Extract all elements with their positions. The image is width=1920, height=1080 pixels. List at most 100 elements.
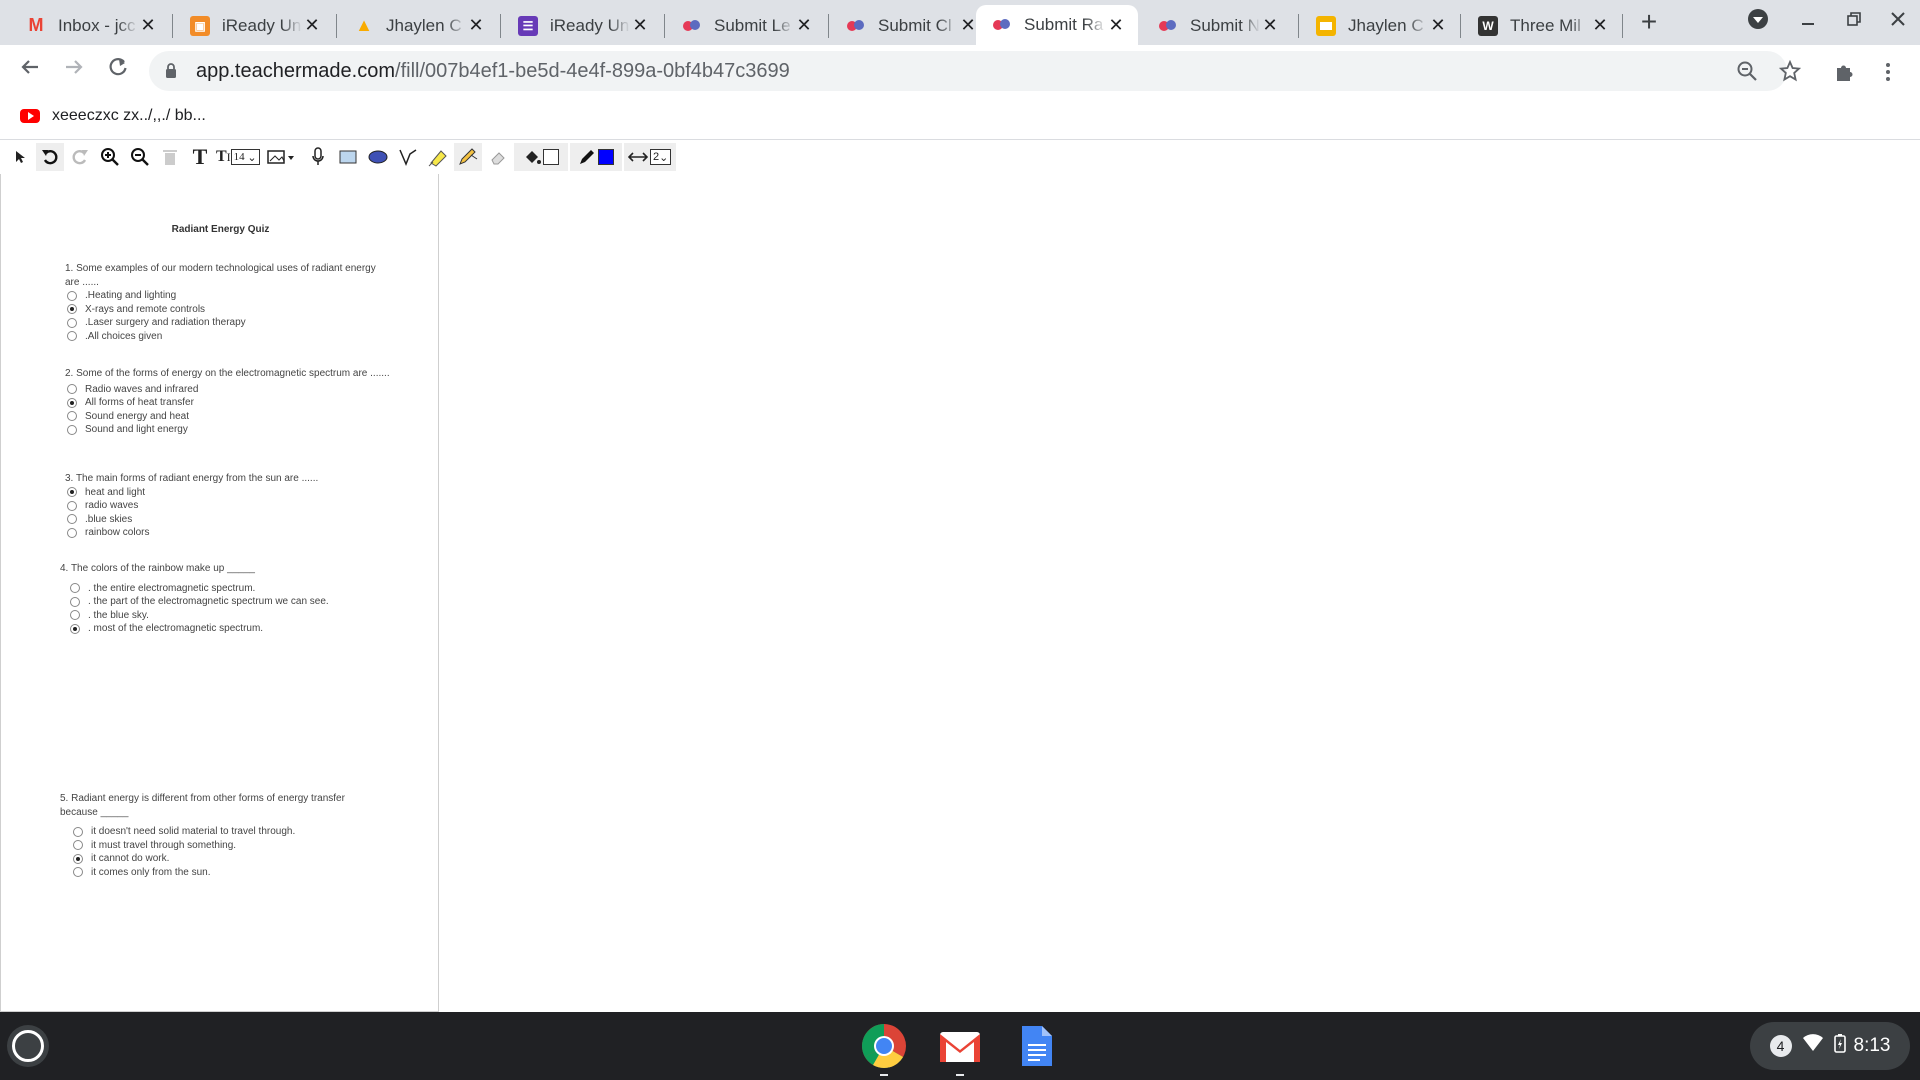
close-icon[interactable]: ✕	[794, 15, 814, 36]
answer-option[interactable]: All forms of heat transfer	[67, 396, 395, 410]
answer-option[interactable]: Radio waves and infrared	[67, 383, 395, 397]
radio-button[interactable]	[67, 290, 77, 301]
answer-option[interactable]: it cannot do work.	[73, 852, 380, 866]
radio-button[interactable]	[70, 610, 80, 621]
close-icon[interactable]: ✕	[1260, 15, 1280, 36]
radio-button[interactable]	[67, 331, 77, 342]
tab-4[interactable]: Submit Le ✕	[666, 6, 826, 45]
radio-button[interactable]	[73, 840, 83, 851]
tab-0[interactable]: M Inbox - jcc ✕	[10, 6, 170, 45]
answer-option[interactable]: Sound and light energy	[67, 423, 395, 437]
menu-kebab-icon[interactable]	[1876, 61, 1900, 85]
bookmark-star-icon[interactable]	[1778, 59, 1802, 84]
radio-button[interactable]	[67, 411, 77, 422]
radio-button[interactable]	[67, 500, 77, 511]
answer-option[interactable]: .All choices given	[67, 330, 385, 344]
close-icon[interactable]: ✕	[630, 15, 650, 36]
zoom-in-icon[interactable]	[96, 143, 124, 171]
trash-icon[interactable]	[156, 143, 184, 171]
image-insert-icon[interactable]	[262, 143, 302, 171]
answer-option[interactable]: . the blue sky.	[70, 609, 390, 623]
zoom-icon[interactable]	[1735, 60, 1759, 84]
extensions-puzzle-icon[interactable]	[1832, 61, 1856, 85]
microphone-icon[interactable]	[304, 143, 332, 171]
radio-button[interactable]	[67, 514, 77, 525]
tab-7[interactable]: Submit Ne ✕	[1142, 6, 1292, 45]
radio-button[interactable]	[67, 527, 77, 538]
radio-button[interactable]	[70, 583, 80, 594]
answer-option[interactable]: . most of the electromagnetic spectrum.	[70, 622, 390, 636]
close-window-icon[interactable]	[1880, 8, 1916, 36]
radio-button[interactable]	[73, 867, 83, 878]
answer-option[interactable]: X-rays and remote controls	[67, 303, 385, 317]
tab-search-icon[interactable]	[1740, 8, 1776, 36]
eraser-icon[interactable]	[484, 143, 512, 171]
radio-button[interactable]	[67, 384, 77, 395]
bookmark-item[interactable]: xeeeczxc zx../,,./ bb...	[20, 107, 206, 125]
tab-5[interactable]: Submit Cl ✕	[830, 6, 990, 45]
launcher-button[interactable]	[7, 1025, 49, 1067]
highlighter-icon[interactable]	[424, 143, 452, 171]
gmail-icon[interactable]	[936, 1022, 984, 1076]
radio-button[interactable]	[67, 424, 77, 435]
new-tab-button[interactable]: +	[1634, 8, 1664, 38]
close-icon[interactable]: ✕	[138, 15, 158, 36]
text-tool-icon[interactable]: T	[186, 143, 214, 171]
answer-option[interactable]: radio waves	[67, 499, 395, 513]
tab-9[interactable]: W Three Mil ✕	[1462, 6, 1622, 45]
pointer-icon[interactable]	[6, 143, 34, 171]
chrome-icon[interactable]	[860, 1022, 908, 1076]
radio-button[interactable]	[73, 853, 83, 864]
ellipse-tool-icon[interactable]	[364, 143, 392, 171]
status-tray[interactable]: 4 8:13	[1750, 1022, 1910, 1070]
close-icon[interactable]: ✕	[302, 15, 322, 36]
answer-option[interactable]: . the entire electromagnetic spectrum.	[70, 582, 390, 596]
radio-button[interactable]	[70, 596, 80, 607]
close-icon[interactable]: ✕	[466, 15, 486, 36]
answer-option[interactable]: it comes only from the sun.	[73, 866, 380, 880]
docs-icon[interactable]	[1012, 1022, 1060, 1070]
radio-button[interactable]	[67, 317, 77, 328]
answer-option[interactable]: it doesn't need solid material to travel…	[73, 825, 380, 839]
tab-1[interactable]: ▣ iReady Un ✕	[174, 6, 334, 45]
rectangle-tool-icon[interactable]	[334, 143, 362, 171]
restore-icon[interactable]	[1836, 8, 1872, 36]
back-icon[interactable]	[14, 55, 46, 87]
tab-2[interactable]: ▲ Jhaylen C ✕	[338, 6, 498, 45]
close-icon[interactable]: ✕	[1590, 15, 1610, 36]
line-tool-icon[interactable]	[394, 143, 422, 171]
forward-icon[interactable]	[58, 55, 90, 87]
zoom-out-icon[interactable]	[126, 143, 154, 171]
font-size-select[interactable]: 14 ⌄	[230, 149, 260, 165]
radio-button[interactable]	[67, 397, 77, 408]
answer-option[interactable]: .blue skies	[67, 513, 395, 527]
pencil-tool-icon[interactable]	[453, 143, 482, 171]
fill-color-button[interactable]	[513, 143, 568, 171]
undo-icon[interactable]	[36, 143, 64, 171]
radio-button[interactable]	[73, 826, 83, 837]
tab-3[interactable]: ☰ iReady Un ✕	[502, 6, 662, 45]
tab-6-active[interactable]: Submit Ra ✕	[976, 5, 1138, 45]
reload-icon[interactable]	[102, 55, 134, 87]
answer-option[interactable]: . the part of the electromagnetic spectr…	[70, 595, 390, 609]
text-size-icon[interactable]: TI 14 ⌄	[216, 143, 260, 171]
pen-color-button[interactable]	[569, 143, 622, 171]
radio-button[interactable]	[70, 623, 80, 634]
line-width-button[interactable]: 2 ⌄	[623, 143, 676, 171]
answer-option[interactable]: it must travel through something.	[73, 839, 380, 853]
answer-option[interactable]: heat and light	[67, 486, 395, 500]
answer-option[interactable]: .Heating and lighting	[67, 289, 385, 303]
redo-icon[interactable]	[66, 143, 94, 171]
radio-button[interactable]	[67, 487, 77, 498]
answer-option[interactable]: .Laser surgery and radiation therapy	[67, 316, 385, 330]
answer-option[interactable]: rainbow colors	[67, 526, 395, 540]
minimize-icon[interactable]	[1790, 8, 1826, 36]
address-bar[interactable]: app.teachermade.com/fill/007b4ef1-be5d-4…	[149, 51, 1787, 91]
answer-option[interactable]: Sound energy and heat	[67, 410, 395, 424]
tab-8[interactable]: Jhaylen C ✕	[1300, 6, 1460, 45]
close-icon[interactable]: ✕	[1428, 15, 1448, 36]
radio-button[interactable]	[67, 304, 77, 315]
close-icon[interactable]: ✕	[958, 15, 978, 36]
line-width-select[interactable]: 2 ⌄	[649, 149, 672, 165]
close-icon[interactable]: ✕	[1106, 15, 1126, 36]
